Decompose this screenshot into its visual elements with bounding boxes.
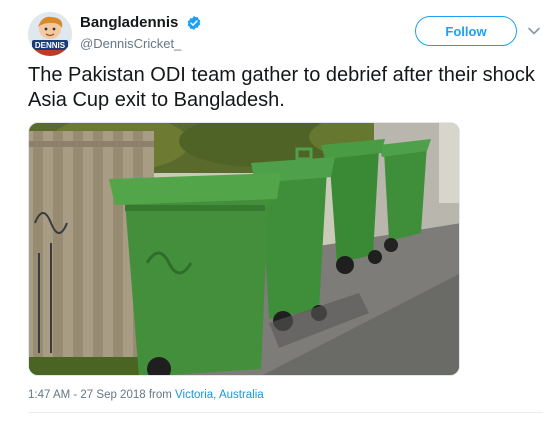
author-names: Bangladennis @DennisCricket_ [80,14,202,51]
photo-wheelie-bins [29,123,459,375]
divider [28,412,543,413]
follow-button[interactable]: Follow [415,16,517,46]
avatar[interactable]: DENNIS [28,12,72,56]
author-handle[interactable]: @DennisCricket_ [80,36,202,51]
cartoon-avatar-icon: DENNIS [28,12,72,56]
tweet-text: The Pakistan ODI team gather to debrief … [28,64,535,111]
avatar-badge-text: DENNIS [35,41,66,50]
verified-badge-icon [187,15,201,30]
from-label: from [148,389,172,401]
tweet-metadata: 1:47 AM - 27 Sep 2018 from Victoria, Aus… [28,389,264,401]
tweet-photo[interactable] [28,122,460,376]
location-link[interactable]: Victoria, Australia [175,389,264,401]
tweet-card: DENNIS Bangladennis @DennisCricket_ Foll… [0,0,555,421]
chevron-down-icon[interactable] [527,24,541,38]
display-name[interactable]: Bangladennis [80,14,178,31]
timestamp[interactable]: 1:47 AM - 27 Sep 2018 [28,389,146,401]
tweet-header: DENNIS Bangladennis @DennisCricket_ Foll… [22,12,547,56]
